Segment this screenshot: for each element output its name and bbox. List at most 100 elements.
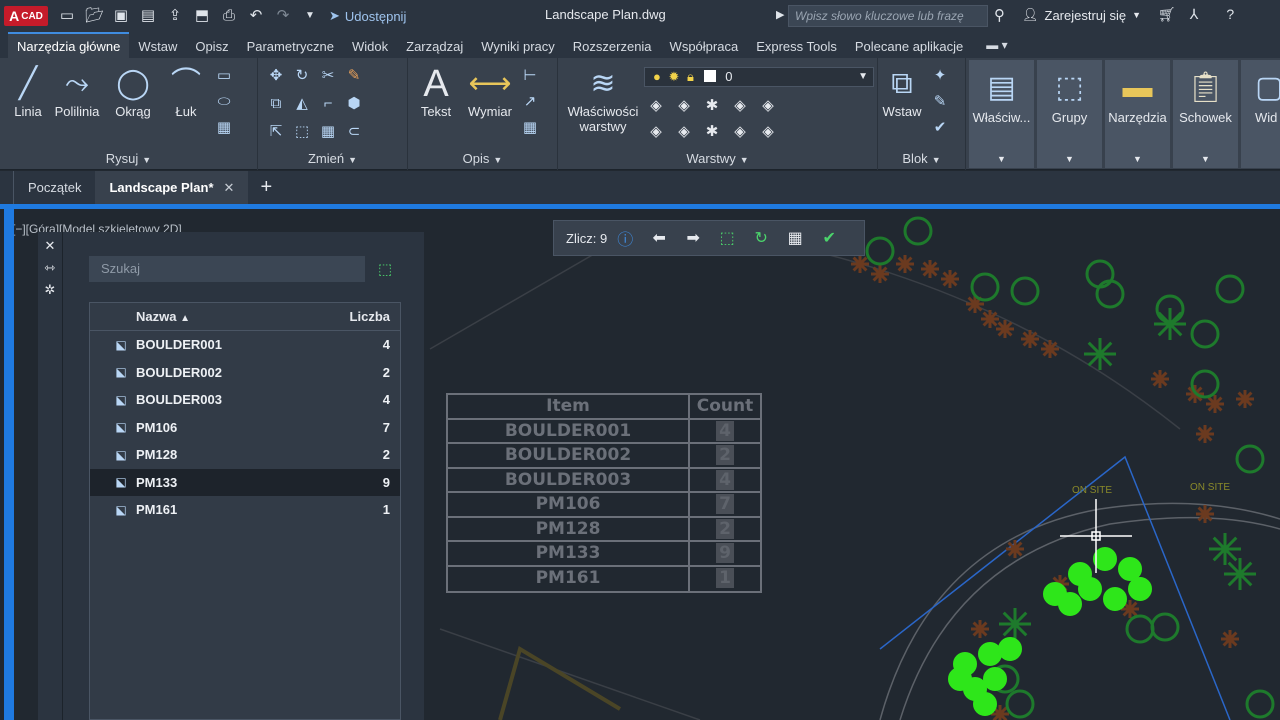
scale-icon[interactable]: ⬚ (292, 122, 312, 142)
next-arrow-icon[interactable]: ➡ (683, 228, 703, 248)
groups-tile[interactable]: ⬚ Grupy ▼ (1037, 60, 1102, 168)
layer-current-icon[interactable]: ◈ (646, 122, 666, 142)
open-folder-icon[interactable]: 📂︎ (85, 7, 104, 25)
undo-icon[interactable]: ↶ (247, 7, 265, 25)
clipboard-tile[interactable]: 📋︎ Schowek ▼ (1173, 60, 1238, 168)
info-icon[interactable]: ⓘ (615, 226, 635, 250)
create-block-icon[interactable]: ✦ (930, 66, 950, 86)
help-icon[interactable]: ? (1226, 6, 1234, 23)
block-count-row[interactable]: ⬕ PM133 9 (90, 468, 400, 496)
offset-icon[interactable]: ⊂ (344, 122, 364, 142)
layer-match-icon[interactable]: ◈ (758, 96, 778, 116)
edit-block-icon[interactable]: ✎ (930, 92, 950, 112)
layer-properties-button[interactable]: ≋ Właściwości warstwy (562, 64, 644, 134)
ribbon-tab[interactable]: Współpraca (661, 34, 748, 58)
block-count-row[interactable]: ⬕ BOULDER002 2 (90, 359, 400, 387)
utilities-tile[interactable]: ▬ Narzędzia ▼ (1105, 60, 1170, 168)
layer-lock-icon[interactable]: ◈ (730, 96, 750, 116)
export-icon[interactable]: ⇪ (166, 7, 184, 25)
trim-icon[interactable]: ✂ (318, 66, 338, 86)
insert-block-button[interactable]: ⧉ Wstaw (880, 64, 924, 119)
draw-group-title[interactable]: Rysuj ▼ (0, 151, 257, 166)
ribbon-minimize-button[interactable]: ▬ ▾ (986, 38, 1007, 58)
ribbon-tab[interactable]: Express Tools (747, 34, 846, 58)
ribbon-tab[interactable]: Widok (343, 34, 397, 58)
save-as-icon[interactable]: ▤ (139, 7, 157, 25)
polyline-button[interactable]: ⤳ Polilinia (52, 64, 102, 119)
hatch-icon[interactable]: ▦ (214, 118, 234, 138)
linear-dim-icon[interactable]: ⊢ (520, 66, 540, 86)
layer-unisolate-icon[interactable]: ◈ (674, 122, 694, 142)
confirm-check-icon[interactable]: ✔ (819, 228, 839, 248)
ellipse-icon[interactable]: ⬭ (214, 92, 234, 112)
app-logo[interactable]: A CAD (4, 6, 48, 26)
ribbon-tab[interactable]: Opisz (186, 34, 237, 58)
ribbon-tab[interactable]: Parametryczne (238, 34, 343, 58)
text-button[interactable]: A Tekst (418, 64, 454, 119)
erase-icon[interactable]: ✎ (344, 66, 364, 86)
tab-landscape-plan[interactable]: Landscape Plan* ✕ (95, 171, 249, 204)
mirror-icon[interactable]: ◭ (292, 94, 312, 114)
expand-arrow-icon[interactable]: ▶ (776, 8, 784, 21)
previous-arrow-icon[interactable]: ⬅ (649, 228, 669, 248)
qat-dropdown-icon[interactable]: ▼ (301, 7, 319, 25)
line-button[interactable]: ╱ Linia (8, 64, 48, 119)
new-file-icon[interactable]: ▭ (58, 7, 76, 25)
annotation-group-title[interactable]: Opis ▼ (408, 151, 557, 166)
publish-icon[interactable]: ⬒ (193, 7, 211, 25)
count-column-header[interactable]: Liczba (330, 303, 400, 330)
layer-isolate-icon[interactable]: ◈ (674, 96, 694, 116)
tab-start[interactable]: Początek (14, 171, 95, 204)
cart-icon[interactable]: 🛒︎ (1158, 6, 1176, 23)
block-group-title[interactable]: Blok ▼ (878, 151, 965, 166)
layer-dropdown[interactable]: ● ✹ 🔒︎ 0 ▼ (644, 67, 874, 87)
ribbon-tab[interactable]: Wstaw (129, 34, 186, 58)
help-search-input[interactable]: Wpisz słowo kluczowe lub frazę (788, 5, 988, 27)
ribbon-tab[interactable]: Narzędzia główne (8, 32, 130, 58)
refresh-count-icon[interactable]: ↻ (751, 228, 771, 248)
properties-tile[interactable]: ▤ Właściw... ▼ (969, 60, 1034, 168)
stretch-icon[interactable]: ⇱ (266, 122, 286, 142)
modify-group-title[interactable]: Zmień ▼ (258, 151, 407, 166)
view-tile[interactable]: ▢ Wid (1241, 60, 1280, 168)
ribbon-tab[interactable]: Zarządzaj (397, 34, 472, 58)
autodesk-icon[interactable]: ⅄ (1190, 6, 1199, 23)
new-tab-button[interactable]: + (260, 176, 272, 199)
block-count-row[interactable]: ⬕ BOULDER003 4 (90, 386, 400, 414)
layers-group-title[interactable]: Warstwy ▼ (558, 151, 877, 166)
block-count-row[interactable]: ⬕ PM106 7 (90, 414, 400, 442)
explode-icon[interactable]: ⬢ (344, 94, 364, 114)
block-count-row[interactable]: ⬕ PM128 2 (90, 441, 400, 469)
leader-icon[interactable]: ↗ (520, 92, 540, 112)
layer-copy-icon[interactable]: ◈ (758, 122, 778, 142)
block-count-row[interactable]: ⬕ PM161 1 (90, 496, 400, 524)
insert-table-icon[interactable]: ▦ (785, 228, 805, 248)
array-icon[interactable]: ▦ (318, 122, 338, 142)
rotate-icon[interactable]: ↻ (292, 66, 312, 86)
block-attribute-icon[interactable]: ✔ (930, 118, 950, 138)
ribbon-tab[interactable]: Wyniki pracy (472, 34, 564, 58)
palette-settings-icon[interactable]: ✲ (38, 282, 62, 298)
table-icon[interactable]: ▦ (520, 118, 540, 138)
close-palette-icon[interactable]: ✕ (38, 238, 62, 254)
print-icon[interactable]: ⎙ (220, 7, 238, 25)
circle-button[interactable]: ◯ Okrąg (112, 64, 154, 119)
fillet-icon[interactable]: ⌐ (318, 94, 338, 114)
layer-freeze-icon[interactable]: ✱ (702, 96, 722, 116)
ribbon-tab[interactable]: Polecane aplikacje (846, 34, 972, 58)
layer-off-icon[interactable]: ◈ (646, 96, 666, 116)
layer-unlock-icon[interactable]: ◈ (730, 122, 750, 142)
copy-icon[interactable]: ⧉ (266, 94, 286, 114)
rectangle-icon[interactable]: ▭ (214, 66, 234, 86)
sign-in-button[interactable]: 👤︎ Zarejestruj się ▼ (1022, 7, 1141, 23)
save-icon[interactable]: ▣ (112, 7, 130, 25)
share-button[interactable]: ➤ Udostępnij (329, 8, 406, 24)
move-icon[interactable]: ✥ (266, 66, 286, 86)
redo-icon[interactable]: ↷ (274, 7, 292, 25)
drawing-count-table[interactable]: Item Count BOULDER001 4 BOULDER002 2 BOULDER… (446, 393, 762, 593)
dimension-button[interactable]: ⟷ Wymiar (466, 64, 514, 119)
name-column-header[interactable]: Nazwa ▲ (90, 303, 330, 330)
palette-search-input[interactable]: Szukaj (89, 256, 365, 282)
close-tab-icon[interactable]: ✕ (224, 180, 235, 195)
arc-button[interactable]: ⌒ Łuk (166, 64, 206, 119)
